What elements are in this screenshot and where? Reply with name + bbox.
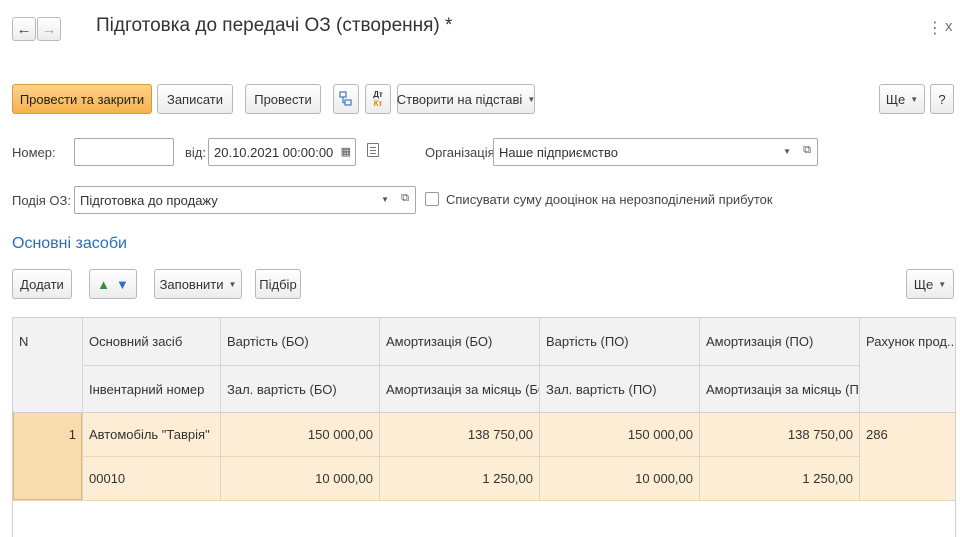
section-title: Основні засоби (12, 235, 127, 252)
page-title: Підготовка до передачі ОЗ (створення) * (96, 15, 453, 36)
forward-button[interactable]: → (37, 17, 61, 41)
col-header-n[interactable]: N (13, 318, 82, 365)
help-button[interactable]: ? (930, 84, 954, 114)
number-input[interactable] (74, 138, 174, 166)
cell-account[interactable]: 286 (860, 412, 955, 456)
col-header-account[interactable]: Рахунок прод... (860, 318, 955, 365)
add-button[interactable]: Додати (12, 269, 72, 299)
col-header-cost-bo[interactable]: Вартість (БО) (221, 318, 379, 365)
writeoff-label: Списувати суму дооцінок на нерозподілени… (446, 192, 773, 207)
chevron-down-icon: ▼ (938, 279, 947, 289)
structure-button[interactable] (333, 84, 359, 114)
post-button[interactable]: Провести (245, 84, 321, 114)
more-button[interactable]: Ще ▼ (879, 84, 925, 114)
dt-kt-button[interactable]: Дт Кт (365, 84, 391, 114)
cell-cost-bo[interactable]: 150 000,00 (221, 412, 379, 456)
section-more-button[interactable]: Ще ▼ (906, 269, 954, 299)
cell-residual-po[interactable]: 10 000,00 (540, 457, 699, 500)
arrow-up-icon[interactable]: ▲ (97, 277, 110, 292)
col-header-amort-month-bo[interactable]: Амортизація за місяць (БО) (380, 366, 539, 412)
col-header-amort-po[interactable]: Амортизація (ПО) (700, 318, 859, 365)
close-icon[interactable]: x (945, 18, 953, 35)
arrow-right-icon: → (41, 20, 57, 38)
pick-button[interactable]: Підбір (255, 269, 301, 299)
open-link-icon[interactable]: ⧉ (803, 144, 811, 157)
cell-n[interactable]: 1 (13, 412, 82, 456)
open-link-icon[interactable]: ⧉ (401, 192, 409, 205)
fill-button[interactable]: Заповнити ▼ (154, 269, 242, 299)
col-header-residual-po[interactable]: Зал. вартість (ПО) (540, 366, 699, 412)
date-from-label: від: (185, 145, 206, 160)
calendar-icon[interactable]: ▦ (341, 145, 351, 158)
col-header-amort-bo[interactable]: Амортизація (БО) (380, 318, 539, 365)
cell-amort-month-bo[interactable]: 1 250,00 (380, 457, 539, 500)
col-header-inventory[interactable]: Інвентарний номер (83, 366, 220, 412)
col-header-amort-month-po[interactable]: Амортизація за місяць (ПО) (700, 366, 859, 412)
chevron-down-icon[interactable]: ▼ (381, 195, 389, 204)
number-label: Номер: (12, 145, 56, 160)
cell-residual-bo[interactable]: 10 000,00 (221, 457, 379, 500)
chevron-down-icon: ▼ (527, 94, 536, 104)
cell-asset[interactable]: Автомобіль "Таврія" (83, 412, 220, 456)
cell-amort-po[interactable]: 138 750,00 (700, 412, 859, 456)
arrow-down-icon[interactable]: ▼ (116, 277, 129, 292)
save-button[interactable]: Записати (157, 84, 233, 114)
event-label: Подія ОЗ: (12, 193, 71, 208)
cell-cost-po[interactable]: 150 000,00 (540, 412, 699, 456)
document-structure-icon (339, 91, 352, 106)
cell-amort-bo[interactable]: 138 750,00 (380, 412, 539, 456)
create-based-on-button[interactable]: Створити на підставі ▼ (397, 84, 535, 114)
more-dots-icon[interactable]: ⋮ (927, 18, 943, 38)
col-header-asset[interactable]: Основний засіб (83, 318, 220, 365)
organization-select[interactable]: Наше підприємство ▼ ⧉ (493, 138, 818, 166)
writeoff-checkbox[interactable] (425, 192, 439, 206)
organization-label: Організація: (425, 145, 499, 160)
chevron-down-icon[interactable]: ▼ (783, 147, 791, 156)
document-list-icon[interactable] (367, 143, 379, 157)
post-and-close-button[interactable]: Провести та закрити (12, 84, 152, 114)
cell-amort-month-po[interactable]: 1 250,00 (700, 457, 859, 500)
assets-table: N Основний засіб Вартість (БО) Амортизац… (12, 317, 956, 537)
dt-kt-icon: Дт Кт (373, 90, 383, 108)
chevron-down-icon: ▼ (910, 94, 919, 104)
back-button[interactable]: ← (12, 17, 36, 41)
col-header-cost-po[interactable]: Вартість (ПО) (540, 318, 699, 365)
arrow-left-icon: ← (16, 20, 32, 38)
move-buttons[interactable]: ▲ ▼ (89, 269, 137, 299)
cell-inventory[interactable]: 00010 (83, 457, 220, 500)
col-header-residual-bo[interactable]: Зал. вартість (БО) (221, 366, 379, 412)
date-input[interactable]: 20.10.2021 00:00:00 ▦ (208, 138, 356, 166)
event-select[interactable]: Підготовка до продажу ▼ ⧉ (74, 186, 416, 214)
chevron-down-icon: ▼ (228, 279, 237, 289)
